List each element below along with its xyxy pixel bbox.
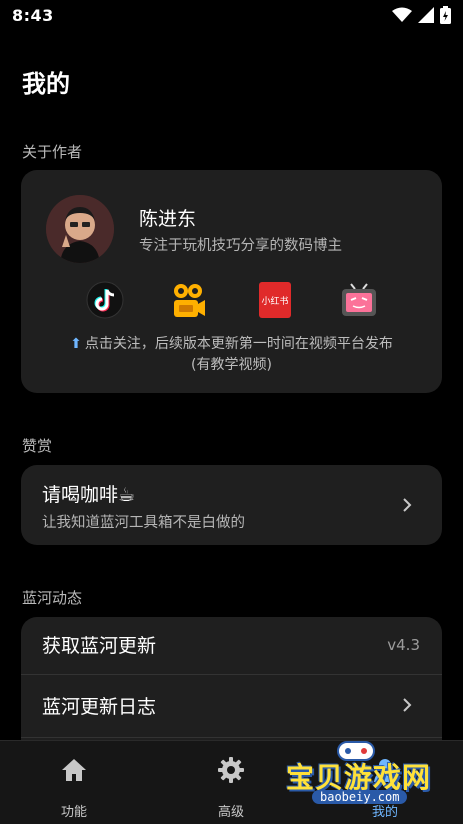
- donate-subtitle: 让我知道蓝河工具箱不是白做的: [42, 515, 245, 531]
- page-title: 我的: [22, 70, 70, 98]
- gear-icon: [218, 757, 244, 783]
- author-card: 陈进东 专注于玩机技巧分享的数码博主 小红书 ⬆ 点击关注，后续版本更新第一时间…: [21, 170, 442, 393]
- status-icons: [392, 6, 451, 24]
- watermark-url: baobeiy.com: [312, 790, 408, 804]
- follow-notice[interactable]: ⬆ 点击关注，后续版本更新第一时间在视频平台发布: [21, 333, 442, 353]
- follow-notice-sub: (有教学视频): [191, 357, 272, 373]
- avatar[interactable]: [46, 195, 114, 263]
- author-name: 陈进东: [139, 208, 197, 230]
- nav-label-advanced: 高级: [217, 805, 244, 820]
- arrow-up-icon: ⬆: [70, 336, 82, 352]
- douyin-icon[interactable]: [85, 280, 125, 320]
- watermark: 宝贝游戏网 baobeiy.com: [286, 738, 436, 818]
- version-label: v4.3: [387, 636, 420, 654]
- nav-item-features[interactable]: 功能: [34, 755, 114, 820]
- signal-icon: [418, 7, 434, 23]
- author-description: 专注于玩机技巧分享的数码博主: [139, 238, 342, 254]
- chevron-right-icon: [403, 498, 412, 512]
- nav-label-features: 功能: [60, 805, 87, 820]
- follow-notice-text: 点击关注，后续版本更新第一时间在视频平台发布: [84, 336, 393, 352]
- home-icon: [62, 759, 86, 781]
- wifi-icon: [392, 7, 412, 22]
- chevron-right-icon: [403, 698, 412, 712]
- divider: [21, 674, 442, 675]
- section-label-updates: 蓝河动态: [22, 589, 83, 607]
- xiaohongshu-icon-text: 小红书: [261, 295, 288, 307]
- section-label-author: 关于作者: [22, 143, 83, 161]
- get-update-label[interactable]: 获取蓝河更新: [42, 631, 156, 658]
- battery-icon: [440, 6, 451, 24]
- bilibili-icon[interactable]: [339, 280, 379, 320]
- changelog-label[interactable]: 蓝河更新日志: [42, 692, 156, 719]
- status-time: 8:43: [12, 6, 54, 25]
- donate-card[interactable]: 请喝咖啡☕ 让我知道蓝河工具箱不是白做的: [21, 465, 442, 545]
- kuaishou-icon[interactable]: [169, 280, 209, 320]
- section-label-donate: 赞赏: [22, 437, 53, 455]
- nav-item-advanced[interactable]: 高级: [191, 755, 271, 820]
- status-bar: 8:43: [0, 0, 463, 32]
- xiaohongshu-icon[interactable]: 小红书: [255, 280, 295, 320]
- donate-title: 请喝咖啡☕: [42, 484, 136, 506]
